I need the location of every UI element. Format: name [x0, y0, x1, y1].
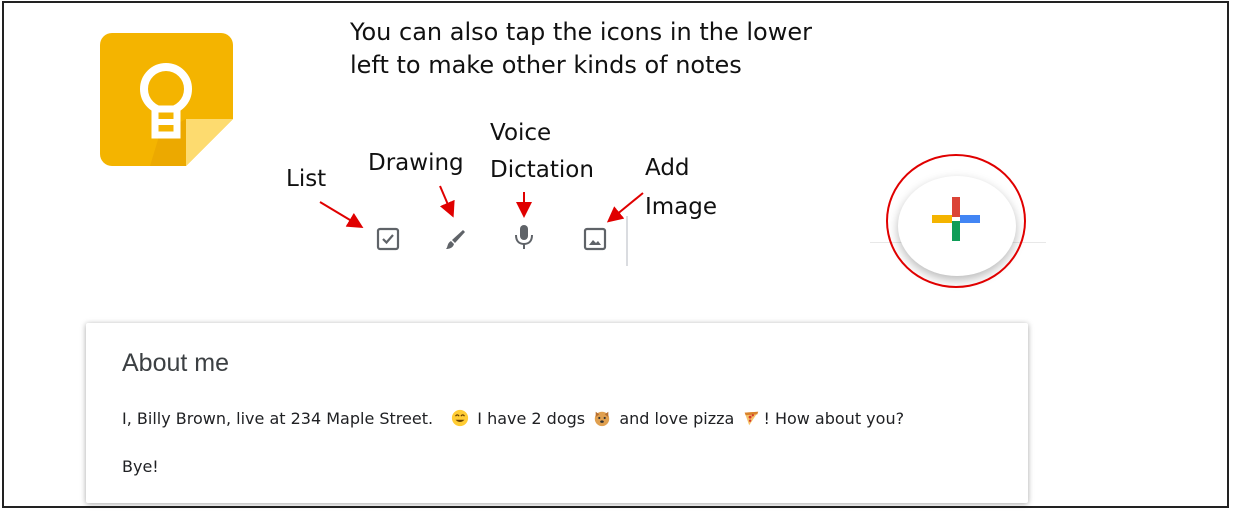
drawing-arrow — [439, 185, 455, 218]
note-card[interactable]: About me I, Billy Brown, live at 234 Map… — [86, 323, 1028, 503]
dog-emoji-icon — [595, 411, 610, 427]
note-title[interactable]: About me — [122, 349, 229, 378]
note-bye[interactable]: Bye! — [122, 457, 159, 476]
note-body-text-4: ! How about you? — [763, 409, 905, 428]
note-body-text-1: I, Billy Brown, live at 234 Maple Street… — [122, 409, 434, 428]
add-image-button[interactable] — [580, 224, 610, 254]
new-drawing-button[interactable] — [441, 224, 471, 254]
brush-icon — [446, 230, 465, 249]
new-list-button[interactable] — [373, 224, 403, 254]
note-body-text-2: I have 2 dogs — [477, 409, 586, 428]
smile-emoji-icon — [452, 409, 469, 427]
image-icon — [583, 227, 607, 251]
note-body-text-3: and love pizza — [619, 409, 735, 428]
fab-highlight-circle — [886, 154, 1026, 288]
note-body[interactable]: I, Billy Brown, live at 234 Maple Street… — [122, 409, 904, 428]
list-arrow — [319, 201, 364, 229]
microphone-icon — [515, 225, 533, 249]
pizza-emoji-icon — [745, 411, 759, 426]
toolbar-divider — [626, 216, 628, 266]
checkbox-icon — [376, 227, 400, 251]
voice-dictation-button[interactable] — [509, 222, 539, 252]
